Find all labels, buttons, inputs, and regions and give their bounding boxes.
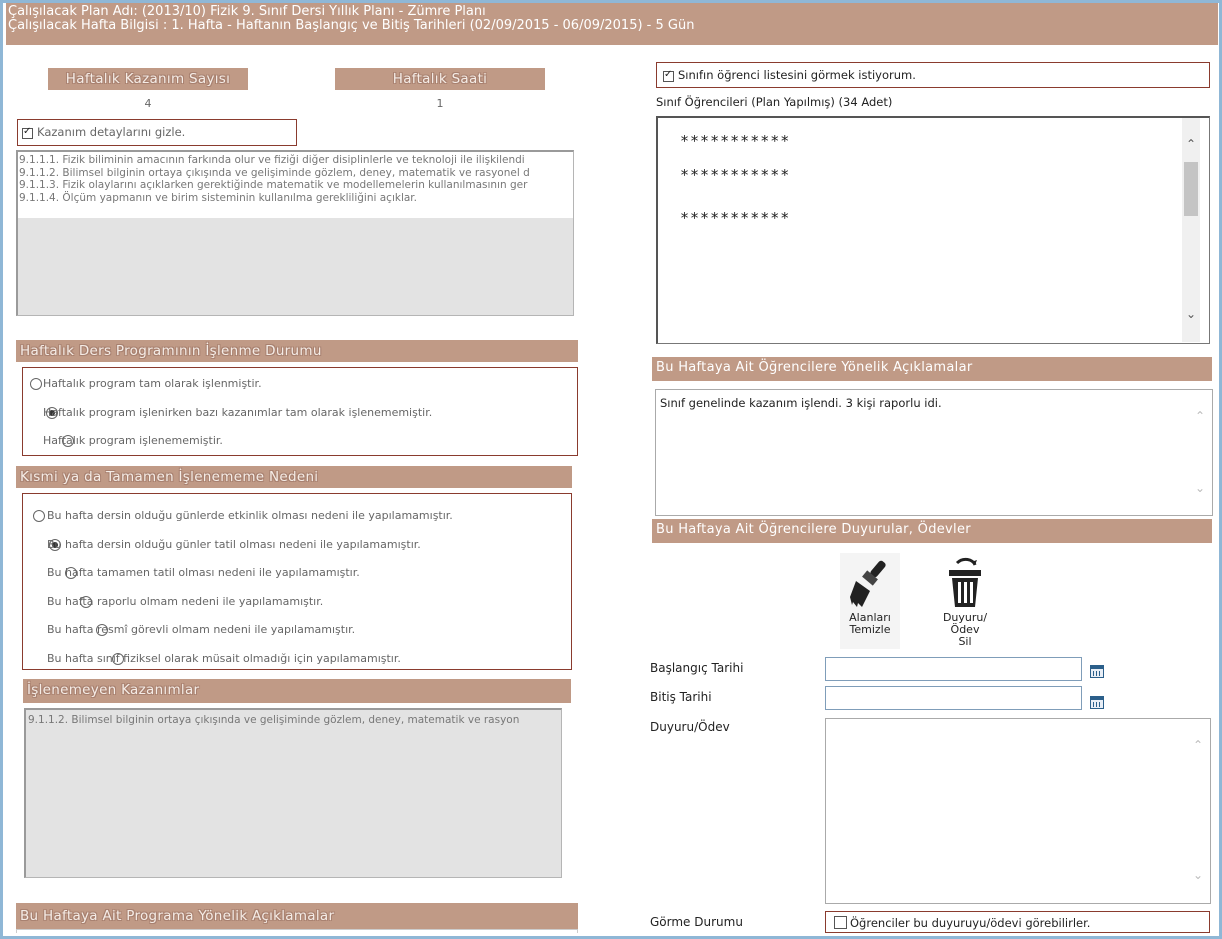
kazanim-list-box: 9.1.1.1. Fizik biliminin amacının farkın…: [16, 150, 574, 316]
kazanim-sayisi-value: 4: [144, 97, 152, 110]
delete-label-1: Duyuru/Ödev: [942, 611, 988, 636]
gorme-checkbox-label: Öğrenciler bu duyuruyu/ödevi görebilirle…: [850, 916, 1091, 930]
duyuru-textarea[interactable]: ⌃ ⌄: [825, 718, 1211, 904]
plan-name-text: Çalışılacak Plan Adı: (2013/10) Fizik 9.…: [8, 4, 486, 19]
neden-radio-1[interactable]: [33, 510, 45, 522]
scroll-up-arrow-icon[interactable]: ⌃: [1185, 138, 1197, 150]
neden-option-2: Bu hafta dersin olduğu günler tatil olma…: [47, 538, 421, 551]
students-caption: Sınıf Öğrencileri (Plan Yapılmış) (34 Ad…: [656, 95, 893, 109]
gorme-label: Görme Durumu: [650, 915, 743, 929]
bitis-label: Bitiş Tarihi: [650, 690, 712, 704]
brush-icon: [850, 560, 886, 607]
neden-header: Kısmi ya da Tamamen İşlenememe Nedeni: [16, 466, 572, 488]
neden-option-5: Bu hafta resmî görevli olmam nedeni ile …: [47, 623, 356, 636]
kazanim-item: 9.1.1.4. Ölçüm yapmanın ve birim sistemi…: [19, 191, 417, 204]
ogrenci-aciklama-textarea[interactable]: Sınıf genelinde kazanım işlendi. 3 kişi …: [655, 389, 1213, 516]
page-header: Çalışılacak Plan Adı: (2013/10) Fizik 9.…: [6, 3, 1218, 45]
programa-aciklama-header: Bu Haftaya Ait Programa Yönelik Açıklama…: [16, 903, 578, 929]
haftalik-saat-value: 1: [436, 97, 444, 110]
isleme-radio-1[interactable]: [30, 378, 42, 390]
student-item[interactable]: ***********: [680, 132, 790, 150]
student-item[interactable]: ***********: [680, 166, 790, 184]
isleme-option-1: Haftalık program tam olarak işlenmiştir.: [43, 377, 262, 390]
clear-fields-label-2: Temizle: [849, 623, 891, 636]
kazanim-item: 9.1.1.3. Fizik olaylarını açıklarken ger…: [19, 179, 528, 191]
bitis-date-input[interactable]: [825, 686, 1082, 710]
scroll-down-arrow-icon[interactable]: ⌄: [1185, 308, 1197, 320]
ogrenci-aciklama-header: Bu Haftaya Ait Öğrencilere Yönelik Açıkl…: [652, 357, 1212, 381]
neden-option-4: Bu hafta raporlu olmam nedeni ile yapıla…: [47, 595, 324, 608]
show-students-label: Sınıfın öğrenci listesini görmek istiyor…: [678, 68, 916, 82]
week-info-text: Çalışılacak Hafta Bilgisi : 1. Hafta - H…: [8, 18, 695, 33]
trash-icon: [949, 557, 981, 607]
scroll-up-arrow-icon[interactable]: ⌃: [1192, 739, 1204, 751]
programa-aciklama-textarea[interactable]: [16, 929, 578, 933]
hide-details-checkbox-row[interactable]: Kazanım detaylarını gizle.: [17, 119, 297, 146]
scroll-thumb[interactable]: [1184, 162, 1198, 216]
scroll-down-arrow-icon[interactable]: ⌄: [1194, 482, 1206, 494]
baslangic-label: Başlangıç Tarihi: [650, 661, 744, 675]
students-scrollbar[interactable]: ⌃ ⌄: [1182, 118, 1200, 342]
kazanim-item: 9.1.1.2. Bilimsel bilginin ortaya çıkışı…: [19, 166, 530, 179]
gorme-checkbox[interactable]: [834, 916, 847, 929]
islenemeyen-text: 9.1.1.2. Bilimsel bilginin ortaya çıkışı…: [28, 714, 520, 726]
calendar-icon[interactable]: [1090, 665, 1104, 678]
isleme-durumu-group: Haftalık program tam olarak işlenmiştir.…: [22, 367, 578, 456]
gorme-checkbox-row[interactable]: Öğrenciler bu duyuruyu/ödevi görebilirle…: [825, 911, 1210, 933]
delete-label-2: Sil: [958, 635, 972, 648]
neden-option-1: Bu hafta dersin olduğu günlerde etkinlik…: [47, 509, 453, 522]
neden-option-3: Bu hafta tamamen tatil olması nedeni ile…: [47, 566, 360, 579]
hide-details-checkbox[interactable]: [22, 126, 33, 139]
duyuru-label: Duyuru/Ödev: [650, 720, 730, 734]
haftalik-saat-header: Haftalık Saati: [335, 68, 545, 90]
show-students-checkbox-row[interactable]: Sınıfın öğrenci listesini görmek istiyor…: [656, 62, 1210, 88]
isleme-option-2: Haftalık program işlenirken bazı kazanım…: [43, 406, 433, 419]
scroll-up-arrow-icon[interactable]: ⌃: [1194, 410, 1206, 422]
neden-option-6: Bu hafta sınıf fiziksel olarak müsait ol…: [47, 652, 401, 665]
baslangic-date-input[interactable]: [825, 657, 1082, 681]
duyuru-header: Bu Haftaya Ait Öğrencilere Duyurular, Öd…: [652, 519, 1212, 543]
students-listbox[interactable]: *********** *********** *********** ⌃ ⌄: [656, 116, 1210, 344]
ogrenci-aciklama-text: Sınıf genelinde kazanım işlendi. 3 kişi …: [660, 396, 942, 410]
scroll-down-arrow-icon[interactable]: ⌄: [1192, 869, 1204, 881]
student-item[interactable]: ***********: [680, 209, 790, 227]
neden-group: Bu hafta dersin olduğu günlerde etkinlik…: [22, 493, 572, 670]
kazanim-item: 9.1.1.1. Fizik biliminin amacının farkın…: [19, 154, 525, 166]
calendar-icon[interactable]: [1090, 696, 1104, 709]
clear-fields-button[interactable]: Alanları Temizle: [840, 553, 900, 649]
hide-details-label: Kazanım detaylarını gizle.: [37, 125, 186, 139]
isleme-option-3: Haftalık program işlenememiştir.: [43, 434, 223, 447]
delete-announcement-button[interactable]: Duyuru/Ödev Sil: [930, 553, 1000, 649]
isleme-durumu-header: Haftalık Ders Programının İşlenme Durumu: [16, 340, 578, 362]
kazanim-sayisi-header: Haftalık Kazanım Sayısı: [48, 68, 248, 90]
islenemeyen-box: 9.1.1.2. Bilimsel bilginin ortaya çıkışı…: [24, 708, 562, 878]
show-students-checkbox[interactable]: [663, 69, 674, 82]
islenemeyen-header: İşlenemeyen Kazanımlar: [23, 679, 571, 703]
